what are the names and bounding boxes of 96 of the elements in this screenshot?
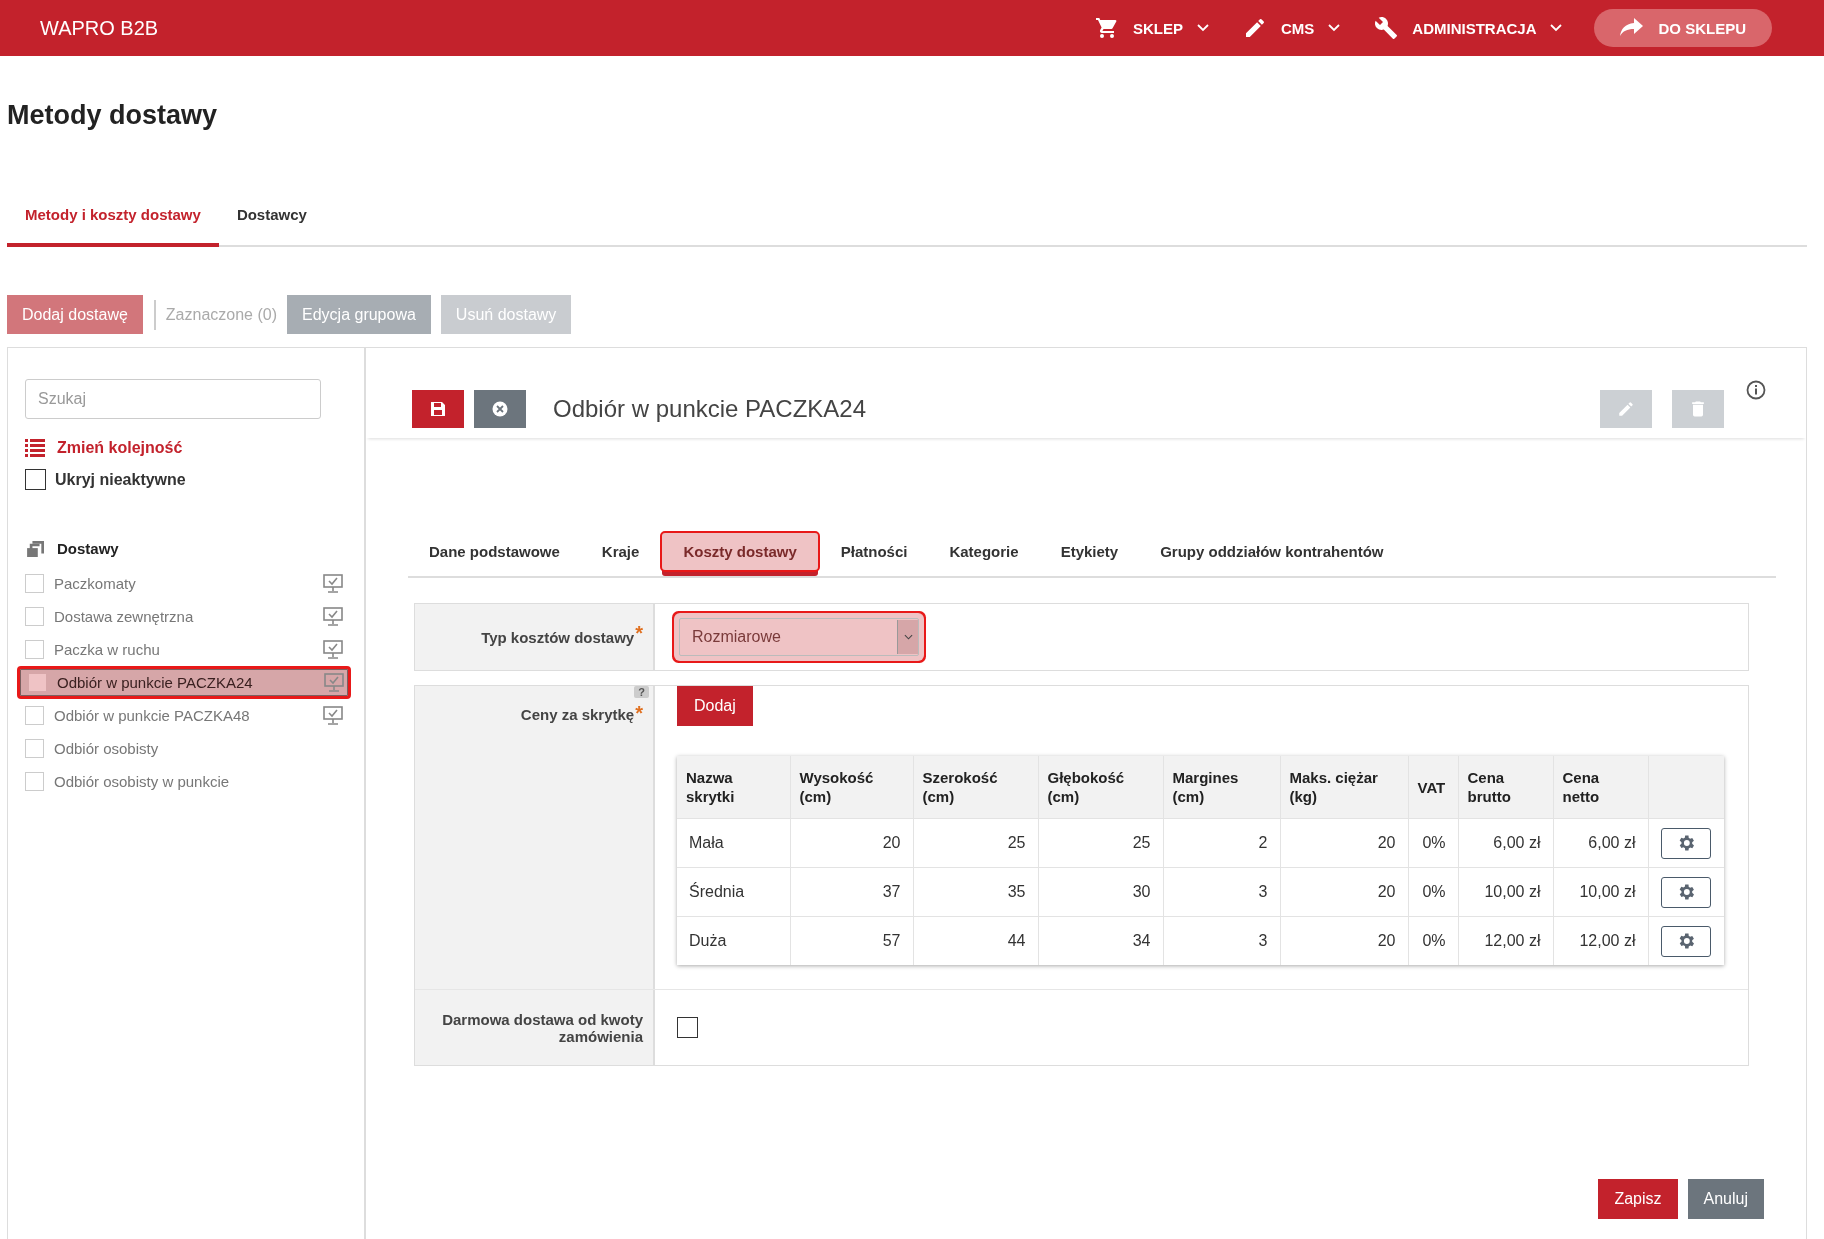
table-cell: 44 <box>913 916 1038 965</box>
delivery-list-item[interactable]: Paczkomaty <box>23 567 347 600</box>
save-icon-button[interactable] <box>412 390 464 428</box>
cart-icon <box>1094 16 1119 40</box>
selected-count: Zaznaczone (0) <box>153 299 277 330</box>
table-cell: Średnia <box>677 867 790 917</box>
nav-menu-item[interactable]: CMS <box>1242 16 1341 40</box>
delivery-title: Odbiór w punkcie PACZKA24 <box>553 395 867 423</box>
wrench-icon <box>1374 16 1399 40</box>
column-header: Szerokość (cm) <box>913 756 1038 819</box>
table-cell: 2 <box>1163 818 1280 868</box>
hide-inactive-label: Ukryj nieaktywne <box>55 470 186 489</box>
delete-icon-button[interactable] <box>1672 390 1724 428</box>
field-label: Typ kosztów dostawy <box>481 628 635 646</box>
checkbox[interactable] <box>28 673 47 692</box>
table-cell: 20 <box>1280 916 1408 965</box>
cancel-button[interactable]: Anuluj <box>1687 1179 1764 1219</box>
page-title: Metody dostawy <box>7 100 219 131</box>
reorder-link[interactable]: Zmień kolejność <box>57 439 183 457</box>
column-header: Cena netto <box>1553 756 1648 819</box>
share-arrow-icon <box>1620 18 1645 38</box>
caret-icon <box>1550 24 1563 32</box>
table-cell: 10,00 zł <box>1553 867 1648 917</box>
caret-icon <box>1328 24 1341 32</box>
table-cell: 37 <box>790 867 913 917</box>
info-icon[interactable] <box>1746 380 1766 400</box>
field-label: Ceny za skrytkę <box>520 706 635 723</box>
checkbox[interactable] <box>25 469 46 490</box>
tab[interactable]: Kraje <box>580 532 661 570</box>
table-cell: 0% <box>1408 818 1458 868</box>
go-to-shop-button[interactable]: DO SKLEPU <box>1594 9 1772 47</box>
table-cell: 34 <box>1038 916 1163 965</box>
table-cell: 3 <box>1163 867 1280 917</box>
pencil-icon <box>1617 400 1635 418</box>
table-cell: 0% <box>1408 916 1458 965</box>
field-label: Darmowa dostawa od kwoty zamówienia <box>441 1010 643 1045</box>
caret-icon <box>1196 24 1209 32</box>
settings-button[interactable] <box>1661 925 1711 957</box>
delivery-list-item[interactable]: Odbiór w punkcie PACZKA24 <box>17 666 351 699</box>
add-delivery-button[interactable]: Dodaj dostawę <box>7 295 143 334</box>
table-cell: 6,00 zł <box>1458 818 1553 868</box>
settings-button[interactable] <box>1661 827 1711 859</box>
table-cell: 25 <box>913 818 1038 868</box>
required-mark: * <box>635 702 643 725</box>
search-field[interactable]: Szukaj <box>25 379 321 419</box>
delivery-list-item[interactable]: Dostawa zewnętrzna <box>23 600 347 633</box>
table-cell: 12,00 zł <box>1458 916 1553 965</box>
delivery-list-item[interactable]: Odbiór osobisty <box>23 732 347 765</box>
list-icon <box>25 439 45 457</box>
column-header: Głębokość (cm) <box>1038 756 1163 819</box>
delivery-list-item[interactable]: Odbiór osobisty w punkcie <box>23 765 347 798</box>
brand-logo[interactable]: WAPRO B2B <box>40 16 159 40</box>
nav-menu-item[interactable]: SKLEP <box>1094 16 1209 40</box>
column-header: Wysokość (cm) <box>790 756 913 819</box>
required-mark: * <box>635 622 643 645</box>
column-header: VAT <box>1408 756 1458 819</box>
save-button[interactable]: Zapisz <box>1598 1179 1678 1219</box>
column-header: Maks. ciężar (kg) <box>1280 756 1408 819</box>
tab[interactable]: Dostawcy <box>218 206 325 247</box>
group-title: Dostawy <box>57 540 119 557</box>
table-cell: 20 <box>1280 818 1408 868</box>
table-cell: Mała <box>677 818 790 868</box>
edit-icon-button[interactable] <box>1600 390 1652 428</box>
tab[interactable]: Metody i koszty dostawy <box>7 206 219 247</box>
table-cell: 35 <box>913 867 1038 917</box>
column-header: Cena brutto <box>1458 756 1553 819</box>
table-cell: 30 <box>1038 867 1163 917</box>
help-badge[interactable]: ? <box>634 686 649 698</box>
table-cell: 20 <box>1280 867 1408 917</box>
table-cell: Duża <box>677 916 790 965</box>
table-cell: 0% <box>1408 867 1458 917</box>
caret-icon <box>903 634 913 640</box>
add-button[interactable]: Dodaj <box>677 686 753 726</box>
table-cell: 3 <box>1163 916 1280 965</box>
table-cell: 25 <box>1038 818 1163 868</box>
column-header: Nazwa skrytki <box>677 756 790 819</box>
table-cell: 12,00 zł <box>1553 916 1648 965</box>
tab[interactable]: Kategorie <box>928 532 1040 570</box>
delivery-list-item[interactable]: Paczka w ruchu <box>23 633 347 666</box>
tab[interactable]: Dane podstawowe <box>408 532 581 570</box>
close-icon-button[interactable] <box>474 390 526 428</box>
table-cell: 20 <box>790 818 913 868</box>
floppy-icon <box>430 401 446 417</box>
delivery-list-item[interactable]: Odbiór w punkcie PACZKA48 <box>23 699 347 732</box>
tab[interactable]: Grupy oddziałów kontrahentów <box>1139 532 1405 570</box>
column-header: Margines (cm) <box>1163 756 1280 819</box>
settings-button[interactable] <box>1661 876 1711 908</box>
boxes-icon <box>27 540 45 557</box>
table-cell: 6,00 zł <box>1553 818 1648 868</box>
checkbox[interactable] <box>677 1017 698 1038</box>
nav-menu-item[interactable]: ADMINISTRACJA <box>1374 16 1563 40</box>
table-cell: 57 <box>790 916 913 965</box>
table-cell: 10,00 zł <box>1458 867 1553 917</box>
close-icon <box>492 401 508 417</box>
tab[interactable]: Etykiety <box>1039 532 1140 570</box>
tab[interactable]: Płatności <box>819 532 929 570</box>
